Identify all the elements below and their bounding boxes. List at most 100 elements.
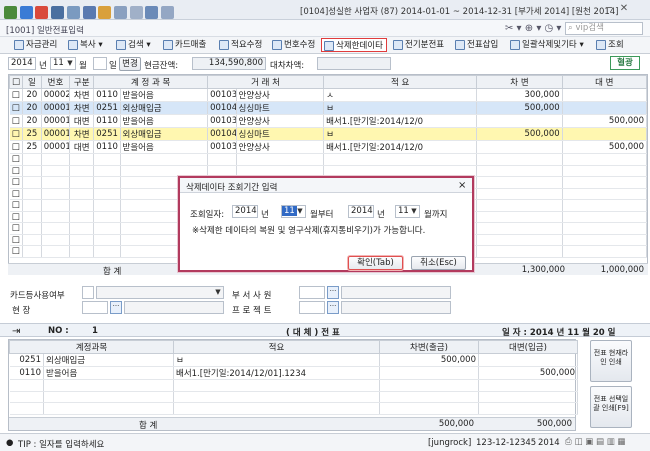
delete-icon[interactable] — [113, 6, 127, 19]
window-controls: ─ ✕ — [600, 3, 630, 15]
deleted-data-button[interactable]: 삭제한데이타 — [321, 38, 387, 52]
diff-value — [317, 57, 391, 70]
day-input[interactable] — [93, 57, 107, 70]
title-bar: [0104]성실한 사업자 (87) 2014-01-01 ~ 2014-12-… — [0, 0, 650, 20]
col-debit: 차 변 — [476, 75, 563, 89]
print-icon[interactable] — [51, 6, 65, 19]
period-label: 조회일자: — [190, 210, 225, 220]
menu-subbar: [1001] 일반전표입력 ✂ ▾ ⊕ ▾ ◷ ▾ ⌕ vip검색 — [0, 20, 650, 37]
prior-icon — [393, 40, 403, 50]
dept-code-input[interactable] — [299, 286, 325, 299]
change-button[interactable]: 변경 — [119, 57, 141, 71]
help-icon[interactable] — [161, 6, 175, 19]
row-checkbox[interactable]: □ — [9, 114, 24, 128]
lookup-icon[interactable]: ··· — [110, 301, 122, 314]
year-unit: 년 — [39, 61, 47, 71]
table-row[interactable]: □ — [9, 165, 647, 177]
row-checkbox[interactable]: □ — [9, 127, 24, 141]
favorites-icon[interactable] — [19, 6, 33, 19]
col-customer: 거 래 처 — [207, 75, 325, 89]
dept-name-input — [341, 286, 451, 299]
year-input[interactable]: 2014 — [8, 57, 36, 70]
bulk-delete-button[interactable]: 일괄삭제및기타 ▾ — [510, 38, 584, 52]
slip-row[interactable]: 0110 받을어음 배서1.[만기일:2014/12/01].1234 500,000 — [9, 366, 578, 380]
vip-search-input[interactable]: ⌕ vip검색 — [565, 22, 643, 35]
search-icon: ⌕ — [568, 23, 573, 33]
mode-badge[interactable]: 혈광 — [610, 56, 640, 70]
close-menu-icon[interactable] — [35, 6, 49, 19]
save-icon[interactable] — [66, 6, 80, 19]
slip-row[interactable]: 0251 외상매입금 ㅂ 500,000 — [9, 353, 578, 367]
home-icon[interactable] — [4, 6, 17, 19]
tools-icon[interactable]: ✂ ▾ ⊕ ▾ ◷ ▾ — [505, 23, 561, 34]
table-row[interactable]: □ 20 00001 차변 0251 외상매입금 00104 싱싱마트 ㅂ 500,000 — [9, 101, 647, 115]
row-checkbox[interactable]: □ — [9, 88, 24, 102]
site-code-input[interactable] — [82, 301, 108, 314]
lookup-icon[interactable]: ··· — [327, 301, 339, 314]
calculator-icon[interactable] — [82, 6, 96, 19]
row-checkbox[interactable]: □ — [9, 140, 24, 154]
insert-slip-button[interactable]: 전표삽입 — [455, 38, 498, 52]
slip-total-row: 합 계 500,000 500,000 — [9, 417, 575, 431]
options-icon[interactable] — [145, 6, 159, 19]
card-usage-select[interactable]: ▼ — [96, 286, 224, 299]
site-name-input — [124, 301, 224, 314]
memo-edit-button[interactable]: 적요수정 — [219, 38, 262, 52]
row-checkbox[interactable]: □ — [9, 101, 24, 115]
from-year-input[interactable]: 2014 — [232, 205, 258, 218]
code-icon[interactable] — [98, 6, 112, 19]
print-current-line-button[interactable]: 전표 현재라인 인쇄 — [590, 340, 632, 382]
company-info: [0104]성실한 사업자 (87) 2014-01-01 ~ 2014-12-… — [300, 7, 619, 17]
status-icons: ⎙ ◫ ▣ ▤ ▥ ▦ — [565, 437, 626, 447]
slip-type: ( 대 체 ) 전 표 — [286, 328, 340, 338]
table-row[interactable]: □ — [9, 153, 647, 166]
search-button[interactable]: 검색 ▾ — [116, 38, 151, 52]
print-selected-button[interactable]: 전표 선택일괄 인쇄[F9] — [590, 386, 632, 428]
lookup-icon[interactable]: ··· — [327, 286, 339, 299]
card-sales-button[interactable]: 카드매출 — [163, 38, 206, 52]
close-icon[interactable]: × — [458, 180, 466, 191]
number-edit-button[interactable]: 번호수정 — [272, 38, 315, 52]
project-code-input[interactable] — [299, 301, 325, 314]
card-usage-check[interactable] — [82, 286, 94, 299]
slip-header: ⇥ NO : 1 ( 대 체 ) 전 표 일 자 : 2014 년 11 월 2… — [0, 323, 650, 338]
prior-slip-button[interactable]: 전기분전표 — [393, 38, 444, 52]
to-month-select[interactable]: 11 ▼ — [395, 205, 420, 218]
collapse-icon[interactable]: ⇥ — [12, 326, 20, 337]
from-suffix: 월부터 — [310, 210, 334, 220]
col-no: 번호 — [40, 75, 71, 89]
slip-row — [9, 391, 578, 403]
toolbar: 자금관리 복사 ▾ 검색 ▾ 카드매출 적요수정 번호수정 삭제한데이타 전기분… — [0, 37, 650, 54]
card-icon — [163, 40, 173, 50]
slip-no-label: NO : — [48, 326, 69, 336]
copy-button[interactable]: 복사 ▾ — [68, 38, 103, 52]
close-icon[interactable]: ✕ — [618, 3, 630, 15]
total-debit: 1,300,000 — [521, 265, 565, 275]
day-unit: 일 — [109, 61, 117, 71]
col-account: 계 정 과 목 — [93, 75, 209, 89]
status-user: [jungrock] — [428, 438, 472, 448]
check-all[interactable]: □ — [9, 75, 24, 89]
table-row[interactable]: □ 25 00001 차변 0251 외상매입금 00104 싱싱마트 ㅂ 500,000 — [9, 127, 647, 141]
cash-balance-label: 현금잔액: — [144, 61, 179, 71]
minimize-icon[interactable]: ─ — [603, 3, 615, 15]
col-type: 구분 — [69, 75, 95, 89]
ok-button[interactable]: 확인(Tab) — [348, 256, 403, 270]
col-memo: 적 요 — [323, 75, 478, 89]
table-row[interactable]: □ 25 00001 대변 0110 받을어음 00103 안양상사 배서1.[만기일:… — [9, 140, 647, 154]
query-button[interactable]: 조회 — [596, 38, 624, 52]
dept-label: 부 서 사 원 — [232, 291, 272, 301]
fund-icon — [14, 40, 24, 50]
from-year-unit: 년 — [261, 210, 269, 220]
to-year-input[interactable]: 2014 — [348, 205, 374, 218]
month-select[interactable]: 11 ▼ — [50, 57, 76, 70]
fund-management-button[interactable]: 자금관리 — [14, 38, 57, 52]
from-month-select[interactable]: 11 ▼ — [281, 205, 306, 218]
slip-row — [9, 379, 578, 392]
table-row[interactable]: □ 20 00002 차변 0110 받을어음 00103 안양상사 ㅅ 300,000 — [9, 88, 647, 102]
table-row[interactable]: □ 20 00001 대변 0110 받을어음 00103 안양상사 배서1.[만기일:… — [9, 114, 647, 128]
col-day: 일 — [22, 75, 42, 89]
to-year-unit: 년 — [377, 210, 385, 220]
search-tool-icon[interactable] — [129, 6, 143, 19]
cancel-button[interactable]: 취소(Esc) — [411, 256, 466, 270]
